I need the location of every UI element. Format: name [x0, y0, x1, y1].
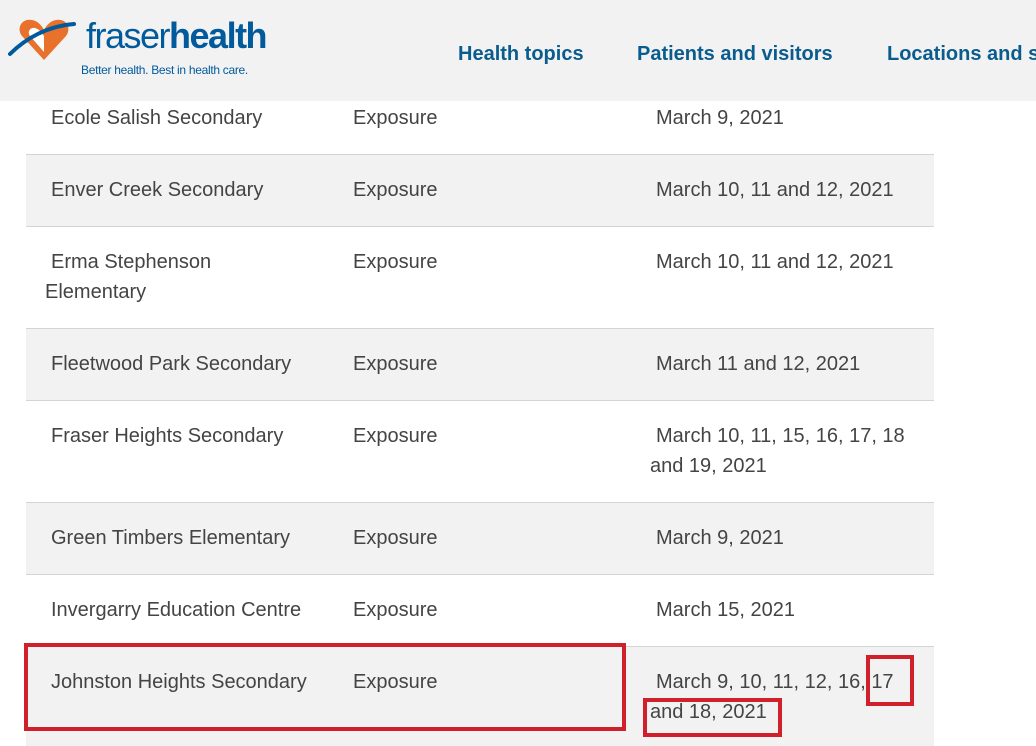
- logo-tagline: Better health. Best in health care.: [81, 63, 248, 77]
- fraserhealth-logo[interactable]: fraserhealth Better health. Best in heal…: [8, 12, 268, 82]
- notification-type-cell: Exposure: [353, 599, 438, 621]
- logo-word-health: health: [169, 15, 268, 56]
- nav-patients-and-visitors[interactable]: Patients and visitors: [637, 43, 833, 66]
- exposure-dates-cell: March 15, 2021: [656, 599, 795, 621]
- school-name-cell: Enver Creek Secondary: [51, 179, 264, 201]
- exposure-dates-cell: March 9, 2021: [656, 527, 784, 549]
- exposure-dates-cell: March 11 and 12, 2021: [656, 353, 861, 375]
- notification-type-cell: Exposure: [353, 353, 438, 375]
- highlight-box-date-18: [643, 698, 782, 737]
- notification-type-cell: Exposure: [353, 425, 438, 447]
- notification-type-cell: Exposure: [353, 527, 438, 549]
- table-row: Invergarry Education Centre Exposure Mar…: [26, 575, 934, 647]
- exposure-dates-cell: March 10, 11 and 12, 2021: [656, 251, 894, 273]
- school-name-cell: Green Timbers Elementary: [51, 527, 290, 549]
- school-name-cell: Erma Stephenson Elementary: [45, 251, 212, 303]
- notification-type-cell: Exposure: [353, 107, 438, 129]
- table-row: Fleetwood Park Secondary Exposure March …: [26, 329, 934, 401]
- highlight-box-date-17: [866, 655, 914, 706]
- table-row: Fraser Heights Secondary Exposure March …: [26, 401, 934, 503]
- school-name-cell: Ecole Salish Secondary: [51, 107, 263, 129]
- table-row: Enver Creek Secondary Exposure March 10,…: [26, 155, 934, 227]
- site-header: fraserhealth Better health. Best in heal…: [0, 0, 1036, 101]
- nav-health-topics[interactable]: Health topics: [458, 43, 584, 66]
- table-row: Green Timbers Elementary Exposure March …: [26, 503, 934, 575]
- logo-wordmark: fraserhealth: [86, 15, 268, 56]
- notification-type-cell: Exposure: [353, 251, 438, 273]
- school-name-cell: Fraser Heights Secondary: [51, 425, 284, 447]
- nav-locations-and-services[interactable]: Locations and s: [887, 43, 1036, 66]
- table-row: Ecole Salish Secondary Exposure March 9,…: [26, 101, 934, 155]
- exposure-dates-cell: March 10, 11, 15, 16, 17, 18 and 19, 202…: [650, 425, 905, 477]
- heart-logo-icon: [8, 19, 76, 60]
- school-name-cell: Invergarry Education Centre: [51, 599, 302, 621]
- logo-word-fraser: fraser: [86, 15, 171, 56]
- page: fraserhealth Better health. Best in heal…: [0, 0, 1036, 746]
- school-name-cell: Fleetwood Park Secondary: [51, 353, 292, 375]
- table-row: Erma Stephenson Elementary Exposure Marc…: [26, 227, 934, 329]
- notification-type-cell: Exposure: [353, 179, 438, 201]
- exposure-dates-cell: March 9, 2021: [656, 107, 784, 129]
- exposure-dates-cell: March 10, 11 and 12, 2021: [656, 179, 894, 201]
- highlight-box-school-row: [24, 643, 626, 731]
